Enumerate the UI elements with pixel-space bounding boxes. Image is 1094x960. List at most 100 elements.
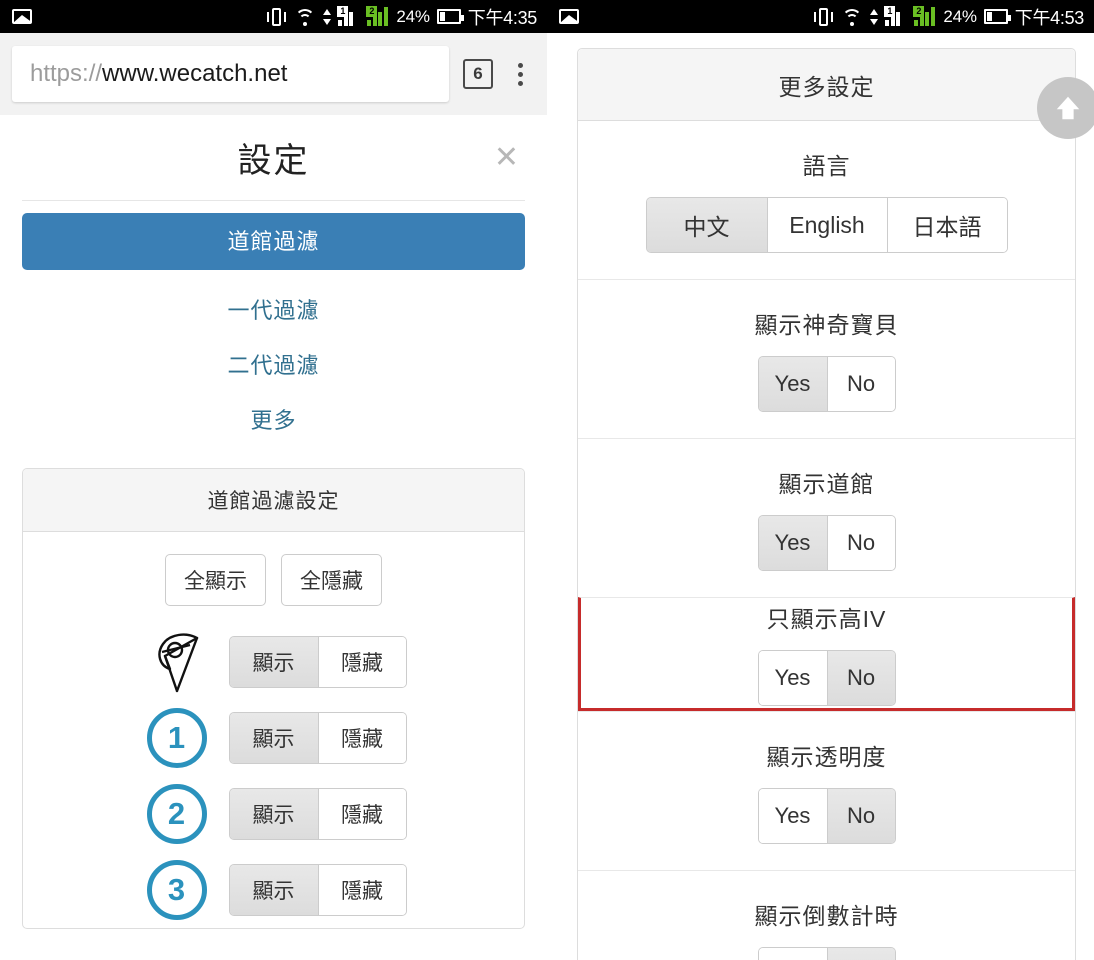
option-no[interactable]: No bbox=[826, 516, 895, 570]
url-host: www.wecatch.net bbox=[102, 60, 288, 87]
show-hide-toggle[interactable]: 顯示 隱藏 bbox=[228, 636, 407, 688]
show-gym-toggle-group[interactable]: Yes No bbox=[757, 515, 896, 571]
badge-number: 2 bbox=[146, 784, 207, 844]
toggle-show[interactable]: 顯示 bbox=[229, 789, 318, 839]
divider bbox=[22, 200, 525, 201]
more-settings-panel: 更多設定 語言 中文 English 日本語 顯示神奇寶貝 Yes No 顯示道… bbox=[577, 48, 1094, 960]
android-status-bar-right: 1 2 24% 下午4:53 bbox=[547, 0, 1094, 33]
high-iv-toggle-group[interactable]: Yes No bbox=[757, 650, 896, 706]
language-option-en[interactable]: English bbox=[766, 198, 887, 252]
number-circle-icon: 3 bbox=[141, 860, 213, 920]
data-transfer-icon bbox=[323, 8, 332, 26]
option-no[interactable]: No bbox=[826, 651, 895, 705]
gym-filter-button[interactable]: 道館過濾 bbox=[22, 213, 525, 270]
wifi-icon bbox=[294, 8, 316, 26]
table-row: 1 顯示 隱藏 bbox=[23, 700, 524, 776]
status-left-icons bbox=[559, 9, 579, 24]
toggle-hide[interactable]: 隱藏 bbox=[317, 637, 406, 687]
android-status-bar-left: 1 2 24% 下午4:35 bbox=[0, 0, 547, 33]
vibrate-icon bbox=[813, 7, 834, 27]
gym-marker-icon bbox=[141, 630, 213, 694]
setting-label: 顯示倒數計時 bbox=[754, 903, 899, 929]
show-pokemon-toggle-group[interactable]: Yes No bbox=[757, 356, 896, 412]
wifi-icon bbox=[841, 8, 863, 26]
language-option-ja[interactable]: 日本語 bbox=[886, 198, 1007, 252]
sim1-label: 1 bbox=[337, 6, 349, 17]
link-gen1-filter[interactable]: 一代過濾 bbox=[227, 298, 319, 323]
toggle-show[interactable]: 顯示 bbox=[229, 865, 318, 915]
setting-label: 顯示道館 bbox=[778, 471, 875, 497]
data-transfer-icon bbox=[870, 8, 879, 26]
setting-label: 語言 bbox=[802, 153, 851, 179]
number-circle-icon: 2 bbox=[141, 784, 213, 844]
arrow-up-icon[interactable] bbox=[1037, 77, 1094, 139]
url-bar[interactable]: https://www.wecatch.net bbox=[12, 46, 449, 102]
setting-label: 顯示透明度 bbox=[766, 744, 887, 770]
toggle-hide[interactable]: 隱藏 bbox=[317, 865, 406, 915]
photo-icon bbox=[559, 9, 579, 24]
screenshot-pair: 1 2 24% 下午4:35 https://www.wecatch.net 6 bbox=[0, 0, 1094, 960]
dialog-header: 設定 ✕ bbox=[22, 115, 525, 200]
setting-label: 只顯示高IV bbox=[766, 606, 887, 632]
option-yes[interactable]: Yes bbox=[758, 651, 827, 705]
bulk-toggle-row: 全顯示 全隱藏 bbox=[23, 554, 524, 606]
badge-number: 3 bbox=[146, 860, 207, 920]
table-row: 3 顯示 隱藏 bbox=[23, 852, 524, 928]
tab-count-button[interactable]: 6 bbox=[463, 59, 493, 89]
table-row: 顯示 隱藏 bbox=[23, 624, 524, 700]
sim2-label: 2 bbox=[913, 6, 925, 17]
link-row-gen2: 二代過濾 bbox=[22, 325, 525, 380]
number-circle-icon: 1 bbox=[141, 708, 213, 768]
gym-filter-panel: 道館過濾設定 全顯示 全隱藏 顯示 隱藏 1 顯示 隱藏 2 顯示 隱藏 3 顯… bbox=[22, 468, 525, 929]
option-no[interactable]: No bbox=[826, 357, 895, 411]
show-hide-toggle[interactable]: 顯示 隱藏 bbox=[228, 712, 407, 764]
sim1-signal-icon: 1 bbox=[884, 6, 907, 26]
show-hide-toggle[interactable]: 顯示 隱藏 bbox=[228, 788, 407, 840]
setting-show-opacity: 顯示透明度 Yes No bbox=[578, 711, 1075, 870]
toggle-show[interactable]: 顯示 bbox=[229, 713, 318, 763]
option-yes[interactable]: Yes bbox=[758, 789, 827, 843]
more-settings-page: 更多設定 語言 中文 English 日本語 顯示神奇寶貝 Yes No 顯示道… bbox=[547, 33, 1094, 960]
option-yes[interactable]: Yes bbox=[758, 357, 827, 411]
show-all-button[interactable]: 全顯示 bbox=[165, 554, 266, 606]
settings-dialog: 設定 ✕ 道館過濾 一代過濾 二代過濾 更多 道館過濾設定 全顯示 全隱藏 顯示… bbox=[0, 115, 547, 960]
option-no[interactable]: No bbox=[826, 948, 895, 960]
battery-icon bbox=[983, 9, 1011, 24]
toggle-hide[interactable]: 隱藏 bbox=[317, 789, 406, 839]
battery-icon bbox=[436, 9, 464, 24]
gym-filter-panel-body: 全顯示 全隱藏 顯示 隱藏 1 顯示 隱藏 2 顯示 隱藏 3 顯示 隱藏 bbox=[23, 532, 524, 928]
link-more[interactable]: 更多 bbox=[250, 408, 296, 433]
sim1-label: 1 bbox=[884, 6, 896, 17]
left-screenshot: 1 2 24% 下午4:35 https://www.wecatch.net 6 bbox=[0, 0, 547, 960]
show-countdown-toggle-group[interactable]: Yes No bbox=[757, 947, 896, 960]
show-opacity-toggle-group[interactable]: Yes No bbox=[757, 788, 896, 844]
close-icon[interactable]: ✕ bbox=[494, 142, 519, 173]
url-scheme: https:// bbox=[30, 60, 103, 87]
kebab-menu-icon[interactable] bbox=[507, 59, 533, 89]
photo-icon bbox=[12, 9, 32, 24]
sim2-signal-icon: 2 bbox=[366, 6, 389, 26]
page-title: 設定 bbox=[237, 142, 310, 180]
option-no[interactable]: No bbox=[826, 789, 895, 843]
sim1-signal-icon: 1 bbox=[337, 6, 360, 26]
gym-filter-panel-title: 道館過濾設定 bbox=[23, 469, 524, 532]
link-row-gen1: 一代過濾 bbox=[22, 270, 525, 325]
setting-language: 語言 中文 English 日本語 bbox=[578, 121, 1075, 279]
hide-all-button[interactable]: 全隱藏 bbox=[281, 554, 382, 606]
option-yes[interactable]: Yes bbox=[758, 516, 827, 570]
setting-show-pokemon: 顯示神奇寶貝 Yes No bbox=[578, 279, 1075, 438]
show-hide-toggle[interactable]: 顯示 隱藏 bbox=[228, 864, 407, 916]
setting-show-gym: 顯示道館 Yes No bbox=[578, 438, 1075, 597]
link-gen2-filter[interactable]: 二代過濾 bbox=[227, 353, 319, 378]
option-yes[interactable]: Yes bbox=[758, 948, 827, 960]
setting-label: 顯示神奇寶貝 bbox=[754, 312, 899, 338]
clock-label: 下午4:53 bbox=[1014, 7, 1085, 28]
language-option-zh[interactable]: 中文 bbox=[646, 198, 767, 252]
battery-percent-label: 24% bbox=[943, 6, 977, 26]
toggle-hide[interactable]: 隱藏 bbox=[317, 713, 406, 763]
clock-label: 下午4:35 bbox=[467, 7, 538, 28]
language-toggle-group[interactable]: 中文 English 日本語 bbox=[645, 197, 1008, 253]
gym-filter-rows: 顯示 隱藏 1 顯示 隱藏 2 顯示 隱藏 3 顯示 隱藏 bbox=[23, 624, 524, 928]
right-screenshot: 1 2 24% 下午4:53 更多設定 語言 中文 English 日本語 顯示… bbox=[547, 0, 1094, 960]
toggle-show[interactable]: 顯示 bbox=[229, 637, 318, 687]
